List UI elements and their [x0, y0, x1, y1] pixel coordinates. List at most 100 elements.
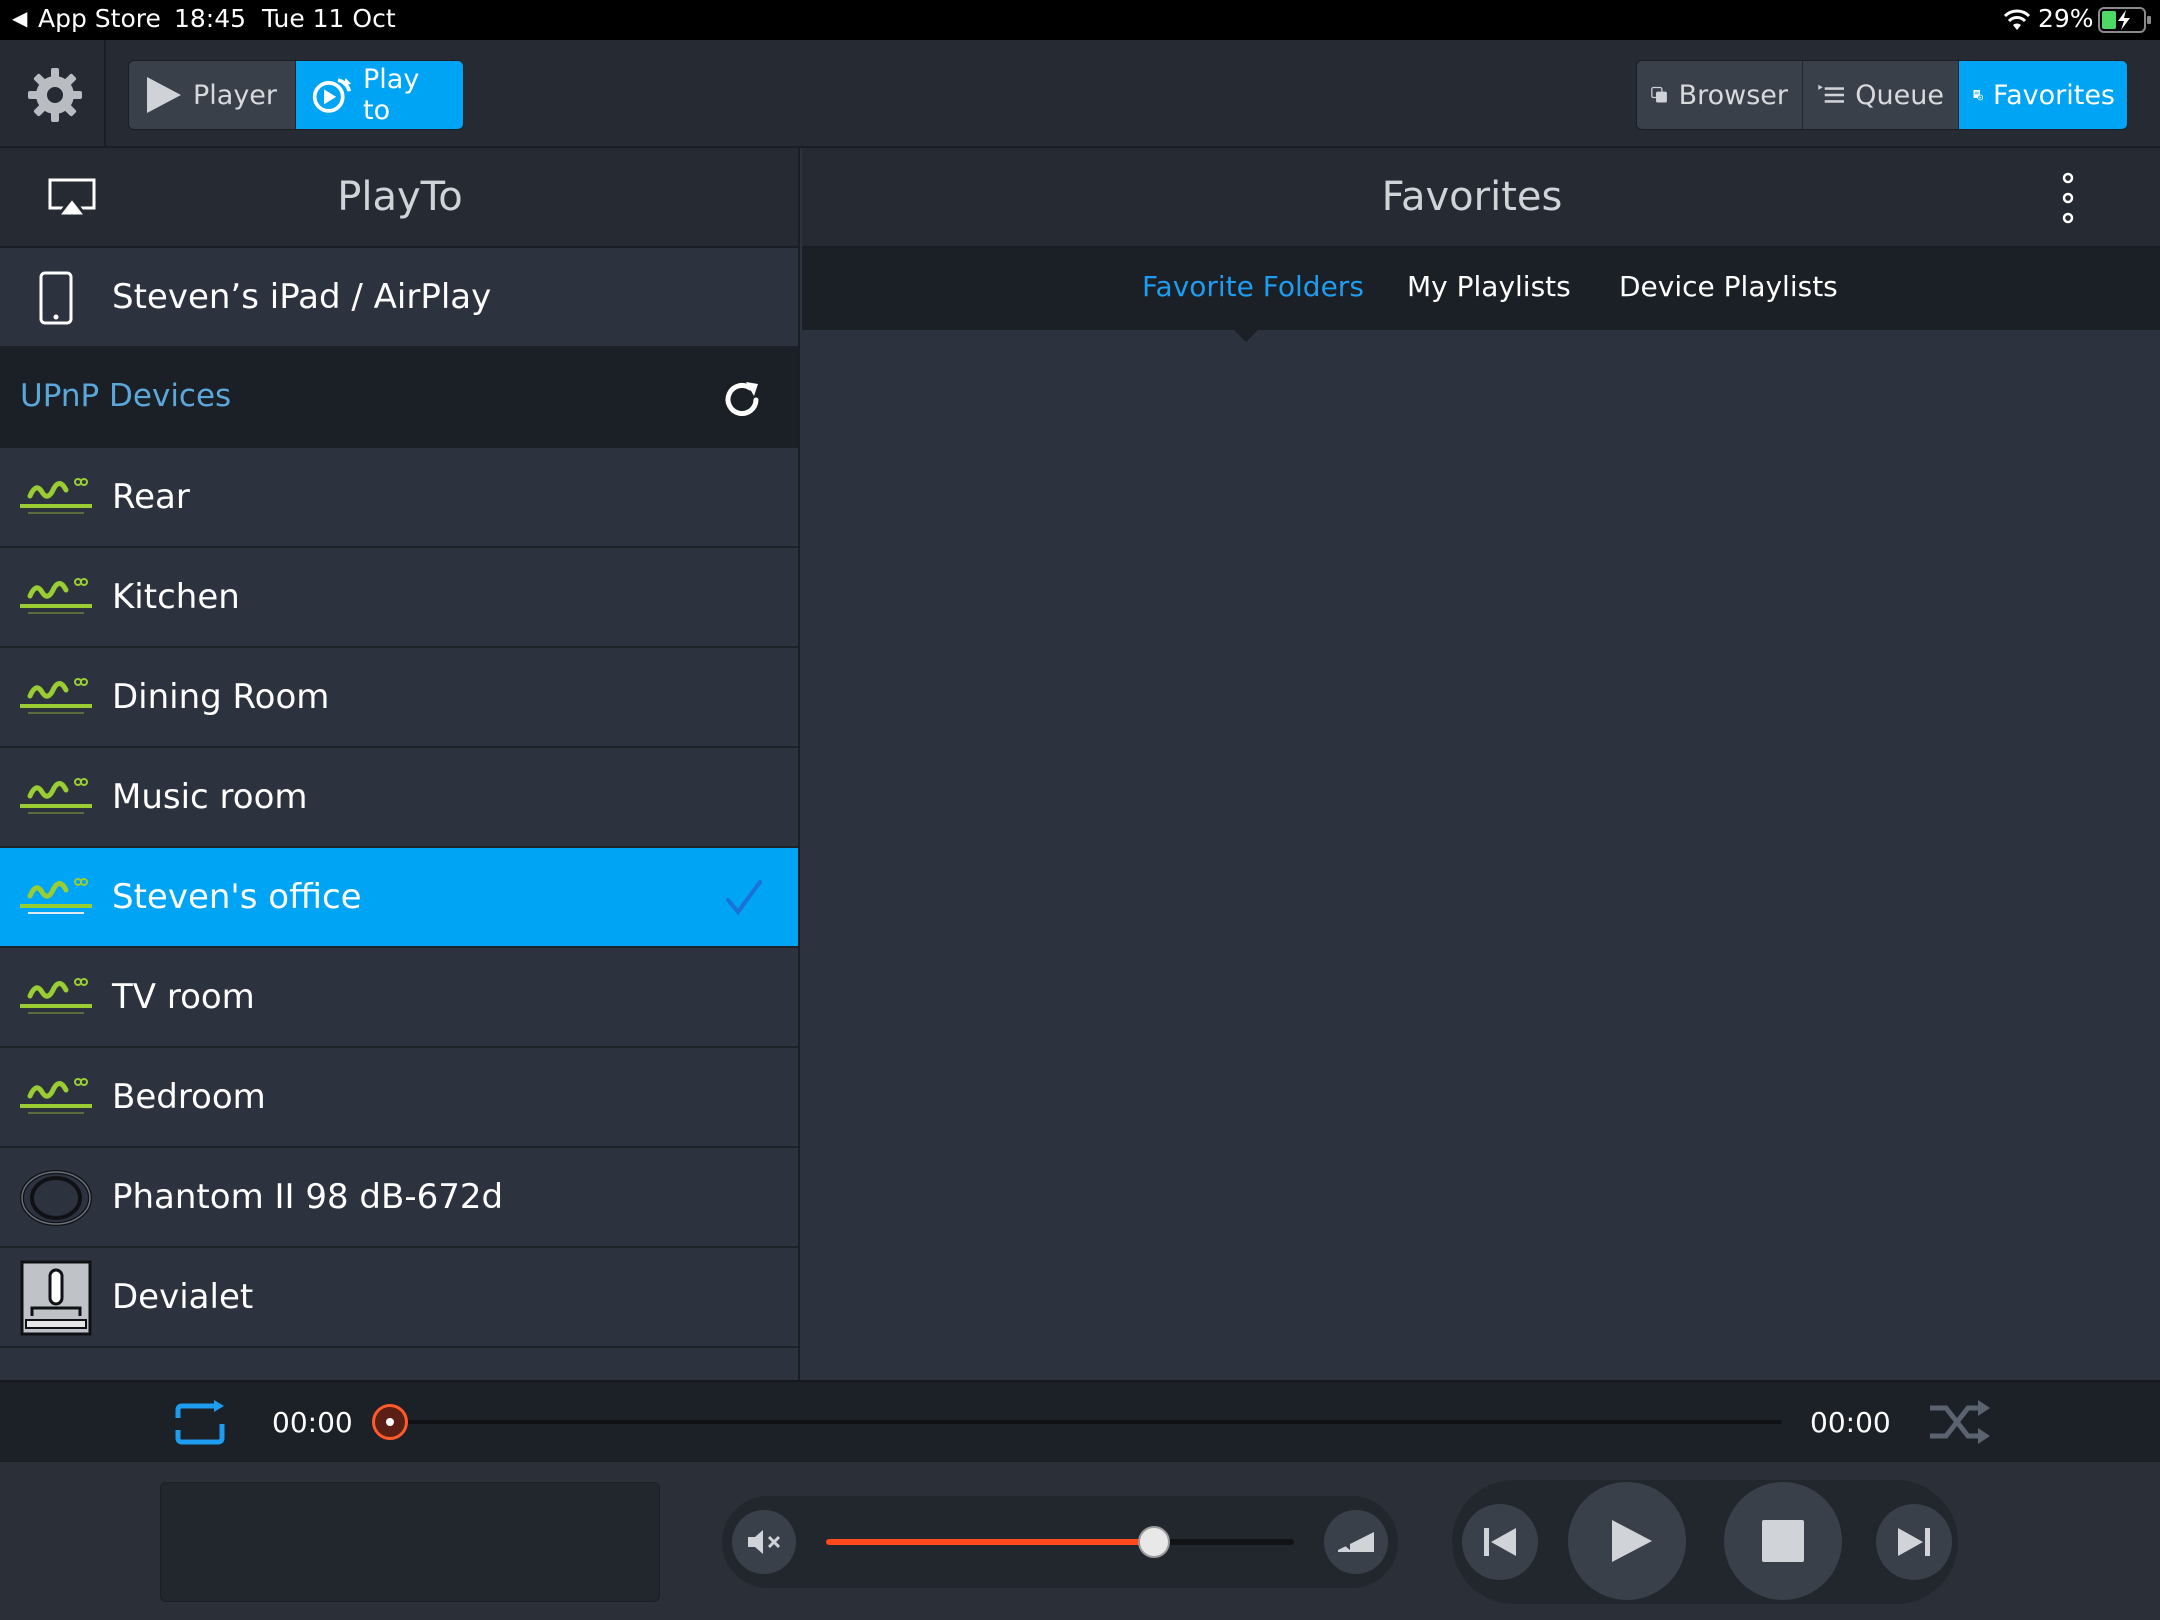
queue-label: Queue — [1855, 79, 1944, 111]
tab-favorite-folders[interactable]: Favorite Folders — [1142, 270, 1364, 303]
play-triangle-icon — [147, 77, 181, 113]
elapsed-time: 00:00 — [272, 1406, 353, 1439]
device-label: Steven's office — [112, 877, 362, 917]
status-date: Tue 11 Oct — [262, 4, 396, 33]
duration-time: 00:00 — [1810, 1406, 1891, 1439]
device-label: Phantom II 98 dB-672d — [112, 1177, 504, 1217]
progress-bar: 00:00 00:00 — [0, 1380, 2160, 1460]
device-label: Dining Room — [112, 677, 330, 717]
play-to-icon — [312, 78, 352, 113]
volume-track[interactable] — [826, 1539, 1294, 1545]
checkmark-icon — [726, 880, 762, 916]
volume-fill — [826, 1539, 1154, 1545]
more-options-icon[interactable] — [2058, 172, 2078, 224]
status-bar: ◀ App Store 18:45 Tue 11 Oct 29% — [0, 0, 2160, 40]
back-app-label[interactable]: App Store — [38, 4, 161, 33]
streamunlimited-logo-icon — [20, 978, 92, 1014]
browser-icon — [1651, 86, 1667, 103]
play-icon — [1612, 1520, 1652, 1562]
phantom-speaker-icon — [20, 1170, 92, 1226]
toolbar-divider — [104, 40, 106, 148]
favorites-header: Favorites — [802, 148, 2160, 248]
favorites-tab-bar: Favorite Folders My Playlists Device Pla… — [802, 248, 2160, 342]
volume-up-icon — [1338, 1532, 1374, 1552]
favorites-title: Favorites — [1381, 174, 1563, 220]
streamunlimited-logo-icon — [20, 478, 92, 514]
device-label: Music room — [112, 777, 308, 817]
now-playing-artwork[interactable] — [160, 1482, 660, 1602]
local-device-label: Steven’s iPad / AirPlay — [112, 277, 492, 317]
favorites-label: Favorites — [1993, 79, 2115, 111]
browser-label: Browser — [1678, 79, 1788, 111]
toolbar: Player Play to Browser Queue Favorites — [0, 40, 2160, 148]
queue-button[interactable]: Queue — [1803, 61, 1959, 129]
device-row[interactable]: Bedroom — [0, 1048, 798, 1148]
status-time: 18:45 — [174, 4, 247, 33]
skip-next-icon — [1898, 1528, 1930, 1556]
device-row[interactable]: TV room — [0, 948, 798, 1048]
streamunlimited-logo-icon — [20, 1078, 92, 1114]
view-segmented-control: Browser Queue Favorites — [1636, 60, 2128, 130]
skip-previous-icon — [1484, 1528, 1516, 1556]
ipad-icon — [39, 271, 73, 325]
repeat-icon[interactable] — [168, 1400, 232, 1448]
browser-button[interactable]: Browser — [1637, 61, 1803, 129]
transport-controls — [0, 1460, 2160, 1620]
device-row[interactable]: Kitchen — [0, 548, 798, 648]
device-label: Devialet — [112, 1277, 254, 1317]
streamunlimited-logo-icon — [20, 778, 92, 814]
stop-icon — [1762, 1520, 1804, 1562]
playto-panel: PlayTo Steven’s iPad / AirPlay UPnP Devi… — [0, 148, 800, 1380]
favorites-icon — [1973, 89, 1984, 101]
queue-list-icon — [1818, 84, 1845, 103]
seek-thumb-dot — [386, 1418, 394, 1426]
seek-track[interactable] — [390, 1420, 1782, 1424]
previous-button[interactable] — [1462, 1504, 1538, 1580]
device-label: TV room — [112, 977, 255, 1017]
device-label: Kitchen — [112, 577, 240, 617]
devialet-device-icon — [20, 1260, 92, 1336]
streamunlimited-logo-icon — [20, 678, 92, 714]
playto-header: PlayTo — [0, 148, 798, 248]
mode-segmented-control: Player Play to — [128, 60, 464, 130]
device-label: Bedroom — [112, 1077, 266, 1117]
volume-thumb[interactable] — [1137, 1526, 1170, 1558]
favorites-content — [802, 330, 2160, 1380]
gear-icon[interactable] — [26, 66, 84, 124]
device-label: Rear — [112, 477, 190, 517]
back-arrow-icon[interactable]: ◀ — [12, 6, 27, 30]
streamunlimited-logo-icon — [20, 878, 92, 914]
device-row[interactable]: Dining Room — [0, 648, 798, 748]
device-row[interactable]: Steven's office — [0, 848, 798, 948]
tab-device-playlists[interactable]: Device Playlists — [1619, 270, 1838, 303]
device-row[interactable]: Devialet — [0, 1248, 798, 1348]
device-row[interactable]: Music room — [0, 748, 798, 848]
next-button[interactable] — [1876, 1504, 1952, 1580]
upnp-section-header: UPnP Devices — [0, 348, 798, 448]
battery-charging-icon — [2098, 7, 2151, 33]
device-row[interactable]: Rear — [0, 448, 798, 548]
playto-title: PlayTo — [337, 174, 463, 220]
mute-button[interactable] — [732, 1510, 796, 1574]
shuffle-icon[interactable] — [1928, 1398, 1992, 1446]
volume-max-button[interactable] — [1324, 1510, 1388, 1574]
speaker-mute-icon — [748, 1530, 781, 1554]
play-button[interactable] — [1568, 1482, 1686, 1600]
favorites-button[interactable]: Favorites — [1959, 61, 2127, 129]
stop-button[interactable] — [1724, 1482, 1842, 1600]
local-device-row[interactable]: Steven’s iPad / AirPlay — [0, 248, 798, 348]
player-button[interactable]: Player — [129, 61, 296, 129]
battery-percent: 29% — [2038, 4, 2094, 33]
device-row[interactable]: Phantom II 98 dB-672d — [0, 1148, 798, 1248]
player-label: Player — [193, 79, 278, 111]
upnp-section-label: UPnP Devices — [20, 378, 232, 414]
seek-thumb[interactable] — [372, 1404, 408, 1440]
favorites-panel: Favorites Favorite Folders My Playlists … — [802, 148, 2160, 1380]
volume-control — [722, 1496, 1398, 1588]
streamunlimited-logo-icon — [20, 578, 92, 614]
refresh-icon[interactable] — [722, 380, 762, 420]
wifi-icon — [2003, 9, 2031, 30]
tab-my-playlists[interactable]: My Playlists — [1407, 270, 1571, 303]
play-to-button[interactable]: Play to — [296, 61, 463, 129]
play-to-label: Play to — [363, 64, 420, 126]
